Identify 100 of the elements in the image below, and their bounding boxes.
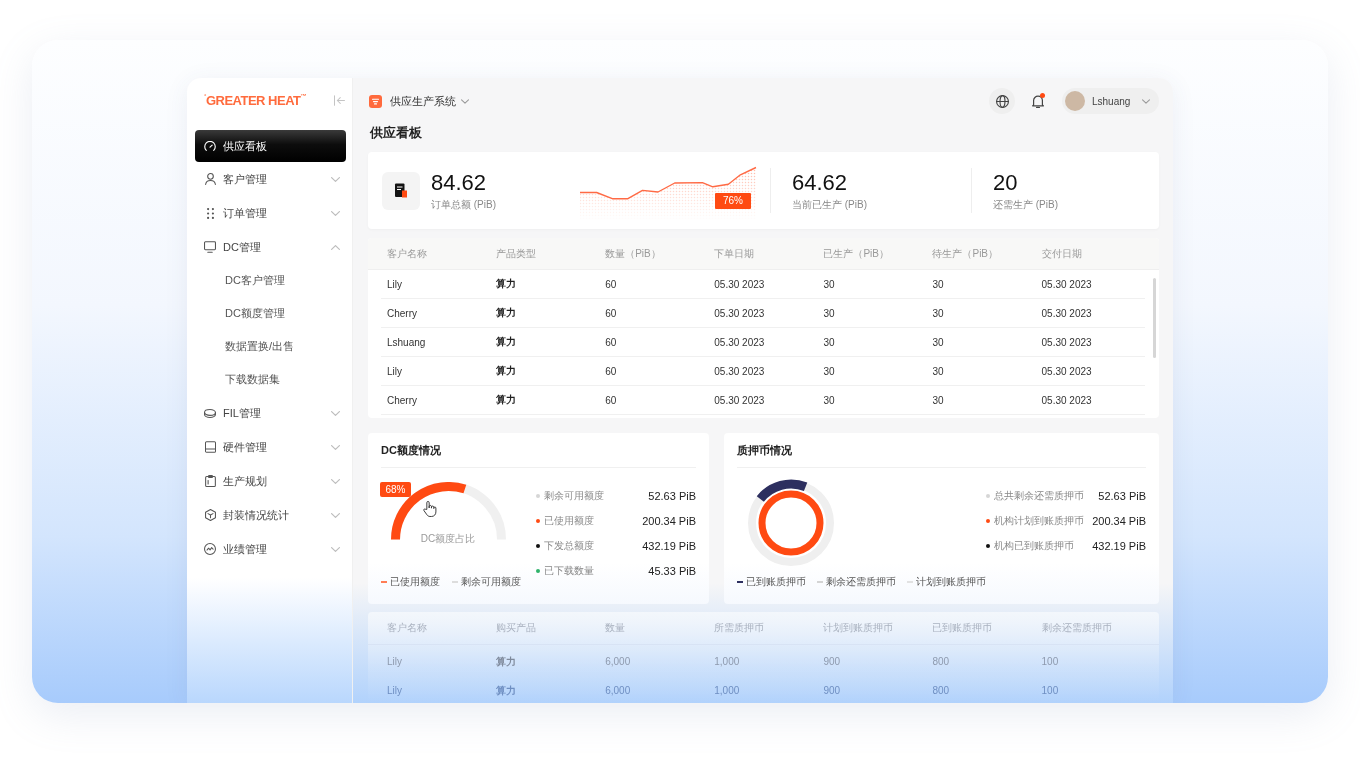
column-header: 已生产（PiB） <box>822 246 890 261</box>
nav-subitem[interactable]: DC额度管理 <box>195 297 346 330</box>
filter-icon <box>369 94 382 108</box>
metric-label: 订单总额 (PiB) <box>431 197 496 212</box>
trend-badge: 76% <box>715 193 751 209</box>
percentage-badge: 68% <box>380 482 411 497</box>
legend-label: 已使用额度 <box>390 575 440 589</box>
table-cell-text: 30 <box>931 336 945 348</box>
metric-label: 当前已生产 (PiB) <box>792 197 867 212</box>
table-cell-text: 算力 <box>495 277 518 291</box>
stat-value: 200.34 PiB <box>642 514 696 527</box>
nav-item[interactable]: 业绩管理 <box>195 532 346 566</box>
table-cell-text: 800 <box>931 685 951 696</box>
metric-value: 20 <box>993 169 1018 196</box>
table-cell-text: 05.30 2023 <box>713 336 766 348</box>
table-cell-text: 800 <box>931 656 951 667</box>
user-menu-button[interactable]: Lshuang <box>1062 88 1159 114</box>
stat-value: 432.19 PiB <box>642 539 696 552</box>
trend-circle-icon <box>204 543 216 555</box>
nav-item[interactable]: 供应看板 <box>195 130 346 162</box>
nav-subitem[interactable]: 数据置换/出售 <box>195 330 346 363</box>
stat-label: 机构已到账质押币 <box>994 538 1074 553</box>
table-cell-text: 100 <box>1040 685 1060 696</box>
table-cell-text: 05.30 2023 <box>1040 278 1093 290</box>
column-header: 下单日期 <box>713 246 756 261</box>
table-cell-text: 1,000 <box>713 656 741 667</box>
table-cell-text: 30 <box>931 365 945 377</box>
nav-item[interactable]: 封装情况统计 <box>195 498 346 532</box>
chevron-down-icon <box>461 98 469 104</box>
table-cell-text: Lily <box>386 365 403 377</box>
hand-cursor-icon <box>423 501 437 517</box>
globe-icon <box>995 94 1009 108</box>
cube-icon <box>204 509 216 521</box>
nav-item[interactable]: 生产规划 <box>195 464 346 498</box>
stat-value: 200.34 PiB <box>1092 514 1146 527</box>
table-cell-text: 60 <box>604 336 618 348</box>
table-cell-text: 1,000 <box>713 685 741 696</box>
table-cell-text: 900 <box>822 656 842 667</box>
table-cell-text: 05.30 2023 <box>1040 307 1093 319</box>
nav-item[interactable]: DC管理 <box>195 230 346 264</box>
stat-value: 432.19 PiB <box>1092 539 1146 552</box>
column-header: 数量（PiB） <box>604 246 662 261</box>
chevron-down-icon <box>1142 98 1150 104</box>
table-cell-text: 算力 <box>495 654 518 669</box>
table-cell-text: 算力 <box>495 683 518 698</box>
table-cell-text: 30 <box>931 307 945 319</box>
avatar-placeholder <box>1065 91 1085 111</box>
table-cell-text: 30 <box>822 278 836 290</box>
monitor-icon <box>204 241 216 253</box>
table-cell-text: 30 <box>931 394 945 406</box>
page-title: 供应看板 <box>370 124 422 142</box>
table-cell-text: 05.30 2023 <box>713 365 766 377</box>
nav-item[interactable]: 硬件管理 <box>195 430 346 464</box>
table-cell-text: 6,000 <box>604 656 632 667</box>
clipboard-icon <box>204 475 216 487</box>
notification-button[interactable] <box>1031 93 1045 109</box>
column-header: 待生产（PiB） <box>931 246 1000 261</box>
table-cell-text: Cherry <box>386 307 418 319</box>
table-cell-text: 算力 <box>495 335 518 349</box>
stat-label: 剩余可用额度 <box>544 488 604 503</box>
disc-icon <box>204 408 216 418</box>
table-cell-text: 05.30 2023 <box>713 278 766 290</box>
metric-value: 64.62 <box>792 169 848 196</box>
table-cell-text: 60 <box>604 394 618 406</box>
gauge-caption: DC额度占比 <box>419 532 477 546</box>
user-icon <box>204 173 216 185</box>
nav-subitem[interactable]: DC客户管理 <box>195 264 346 297</box>
table-cell-text: 100 <box>1040 656 1060 667</box>
table-cell-text: 30 <box>822 365 836 377</box>
legend-label: 计划到账质押币 <box>916 575 986 589</box>
table-cell-text: 30 <box>822 394 836 406</box>
drive-icon <box>204 441 216 453</box>
inner-ring <box>758 490 824 556</box>
column-header: 产品类型 <box>495 246 538 261</box>
stat-value: 52.63 PiB <box>1098 489 1146 502</box>
nav-item[interactable]: FIL管理 <box>195 396 346 430</box>
stat-value: 52.63 PiB <box>648 489 696 502</box>
column-header: 交付日期 <box>1040 246 1083 261</box>
column-header: 客户名称 <box>386 621 428 635</box>
table-cell-text: Lily <box>386 656 403 667</box>
language-button[interactable] <box>989 88 1015 114</box>
panel-title: 质押币情况 <box>737 442 792 458</box>
stat-label: 机构计划到账质押币 <box>994 513 1084 528</box>
table-cell-text: 05.30 2023 <box>713 307 766 319</box>
nav-subitem[interactable]: 下载数据集 <box>195 363 346 396</box>
table-cell-text: Lshuang <box>386 336 427 348</box>
table-cell-text: 05.30 2023 <box>1040 365 1093 377</box>
table-cell-text: 60 <box>604 365 618 377</box>
document-icon <box>382 171 420 210</box>
nav-item[interactable]: 订单管理 <box>195 196 346 230</box>
stat-label: 总共剩余还需质押币 <box>994 488 1084 503</box>
nav-item[interactable]: 客户管理 <box>195 162 346 196</box>
table-cell-text: Lily <box>386 685 403 696</box>
stat-label: 下发总额度 <box>544 538 594 553</box>
panel-title: DC额度情况 <box>381 442 441 458</box>
legend-label: 剩余还需质押币 <box>826 575 896 589</box>
scrollbar-thumb[interactable] <box>1153 278 1156 358</box>
system-switcher[interactable]: 供应生产系统 <box>369 91 469 111</box>
table-cell-text: 30 <box>822 336 836 348</box>
received-arc <box>756 479 807 502</box>
